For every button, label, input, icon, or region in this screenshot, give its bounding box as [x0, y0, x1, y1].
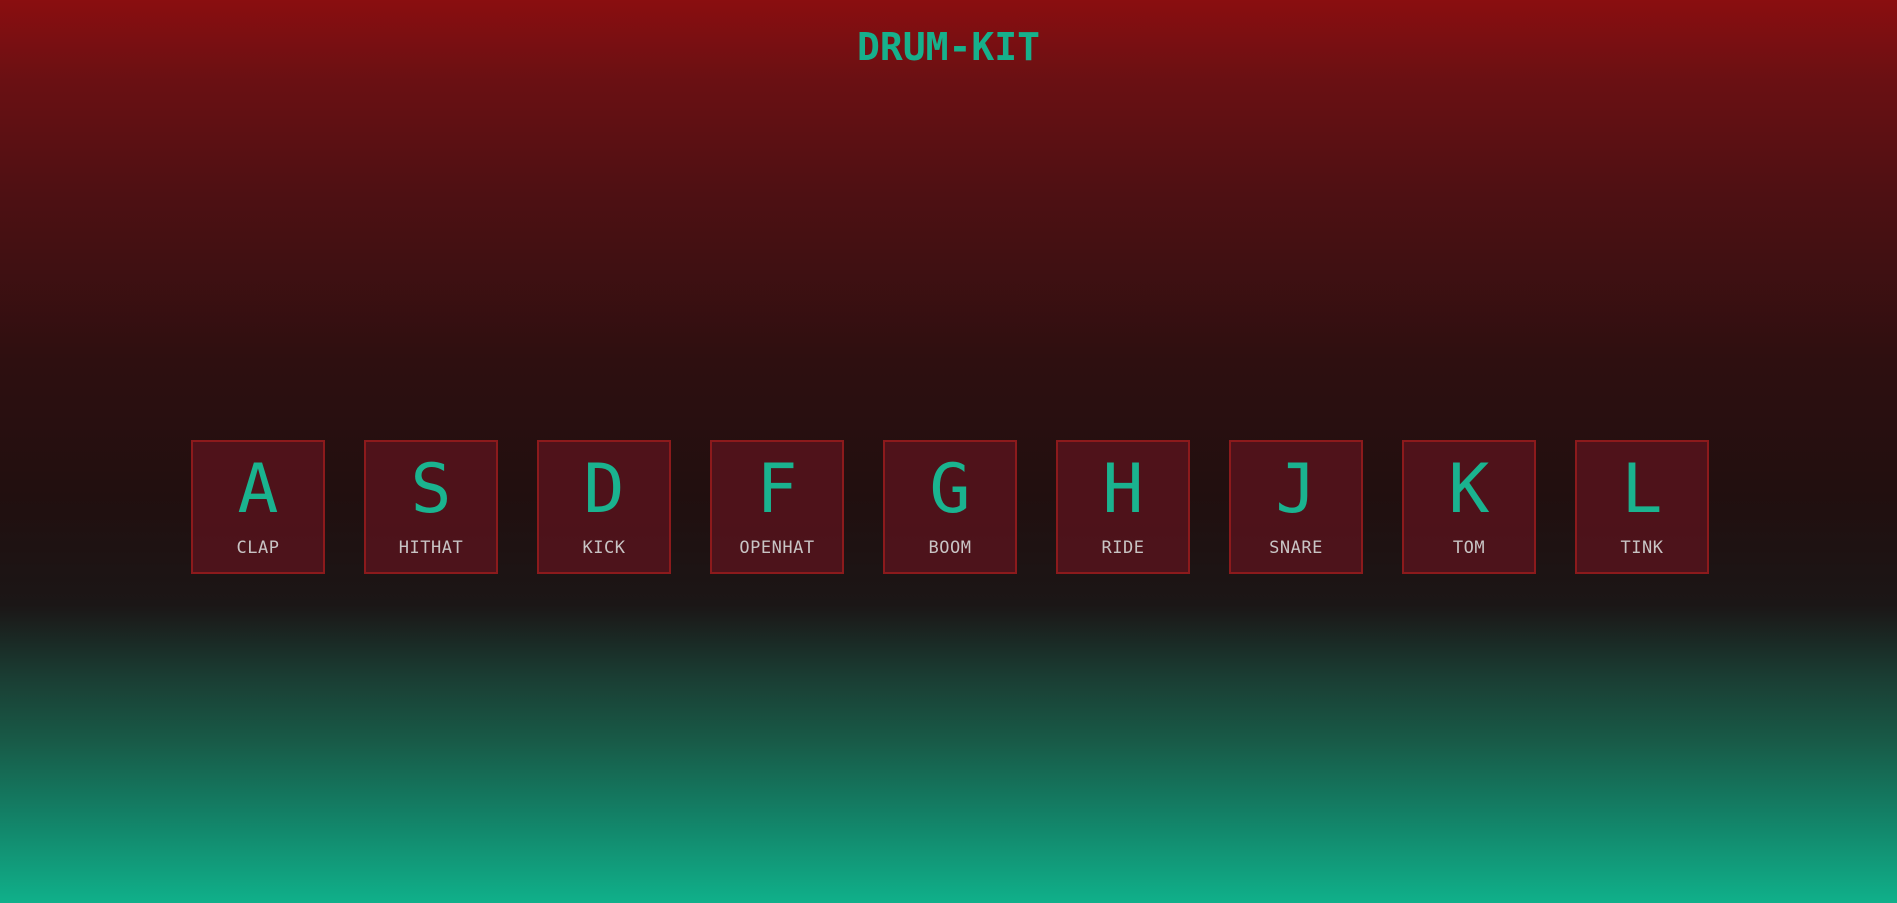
key-letter: F [756, 450, 798, 529]
key-sound-label: TOM [1452, 538, 1486, 558]
drum-key-tink[interactable]: L TINK [1575, 440, 1709, 574]
key-sound-label: CLAP [236, 538, 280, 558]
key-sound-label: HITHAT [398, 538, 464, 558]
drum-key-clap[interactable]: A CLAP [191, 440, 325, 574]
drum-keys: A CLAP S HITHAT D KICK F OPENHAT G BOOM … [191, 440, 1709, 574]
key-sound-label: TINK [1620, 538, 1664, 558]
key-letter: A [237, 450, 279, 529]
drum-key-openhat[interactable]: F OPENHAT [710, 440, 844, 574]
key-letter: J [1275, 450, 1317, 529]
drum-key-snare[interactable]: J SNARE [1229, 440, 1363, 574]
key-sound-label: KICK [582, 538, 626, 558]
key-letter: S [410, 450, 452, 529]
key-sound-label: OPENHAT [739, 538, 815, 558]
key-sound-label: RIDE [1101, 538, 1145, 558]
key-letter: L [1621, 450, 1663, 529]
key-letter: H [1102, 450, 1144, 529]
drum-key-hithat[interactable]: S HITHAT [364, 440, 498, 574]
key-sound-label: BOOM [928, 538, 972, 558]
key-sound-label: SNARE [1269, 538, 1323, 558]
drum-key-boom[interactable]: G BOOM [883, 440, 1017, 574]
page-title: DRUM-KIT [856, 25, 1041, 69]
key-letter: D [583, 450, 625, 529]
key-letter: K [1448, 450, 1490, 529]
drum-key-ride[interactable]: H RIDE [1056, 440, 1190, 574]
drum-key-kick[interactable]: D KICK [537, 440, 671, 574]
key-letter: G [929, 450, 971, 529]
drum-key-tom[interactable]: K TOM [1402, 440, 1536, 574]
